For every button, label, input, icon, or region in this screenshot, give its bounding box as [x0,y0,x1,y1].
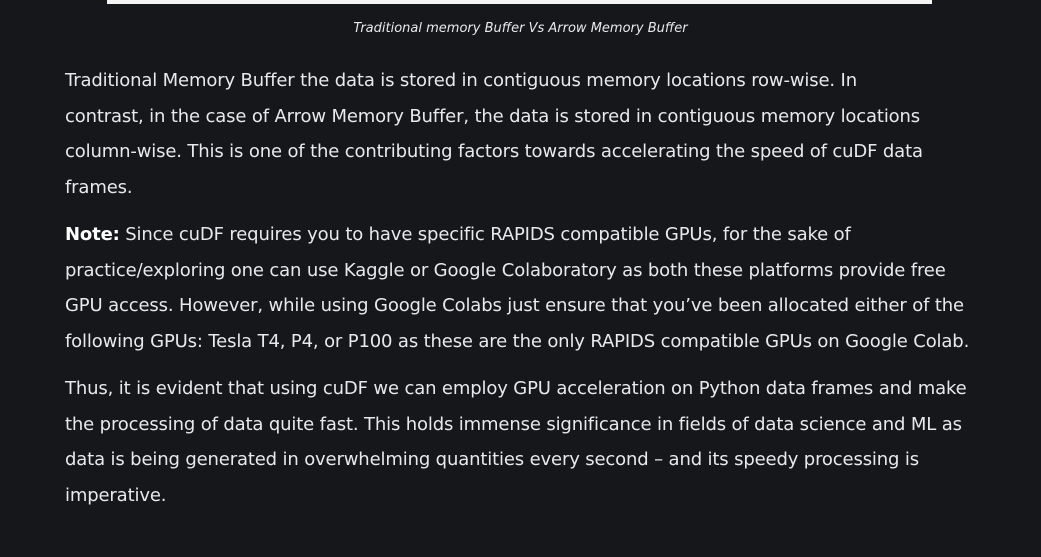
paragraph-note: Note: Since cuDF requires you to have sp… [65,217,980,359]
paragraph-memory-buffers: Traditional Memory Buffer the data is st… [65,70,923,198]
figure-caption: Traditional memory Buffer Vs Arrow Memor… [353,21,688,36]
note-label: Note: [65,224,120,245]
article-body: Traditional Memory Buffer the data is st… [65,63,985,525]
figure-image-edge [107,0,932,4]
paragraph-conclusion: Thus, it is evident that using cuDF we c… [65,378,967,506]
note-text: Since cuDF requires you to have specific… [65,224,970,352]
